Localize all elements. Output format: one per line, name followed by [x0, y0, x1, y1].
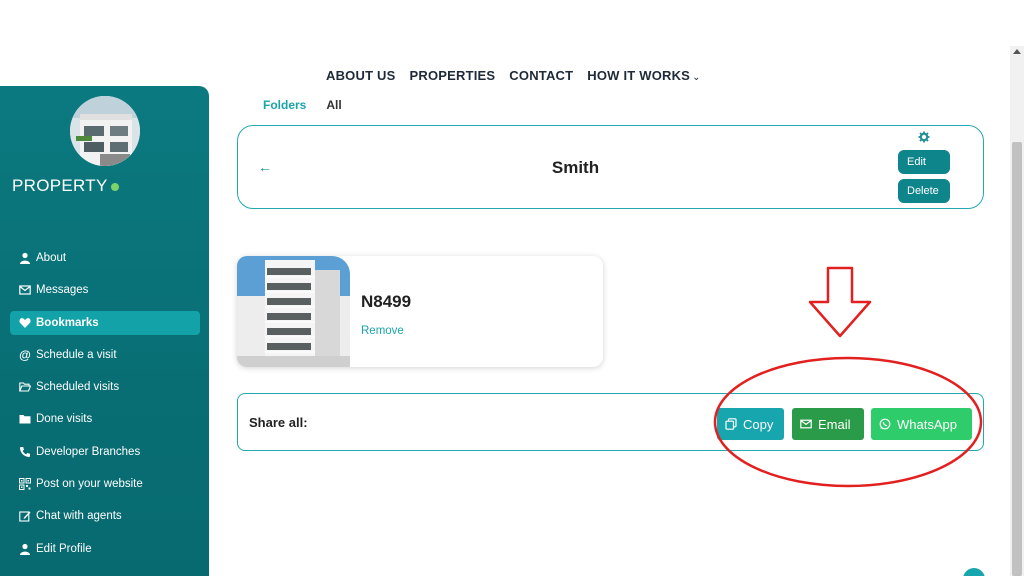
- folder-open-icon: [18, 380, 32, 394]
- brand-name: PROPERTY: [12, 176, 119, 196]
- qr-icon: [18, 477, 32, 491]
- tab-folders[interactable]: Folders: [263, 98, 306, 112]
- avatar-building-image: [70, 96, 140, 166]
- tab-all[interactable]: All: [326, 98, 341, 112]
- remove-property-link[interactable]: Remove: [361, 325, 404, 337]
- sidebar-item-label: Scheduled visits: [36, 381, 120, 394]
- property-building-image: [237, 256, 350, 367]
- whatsapp-button-label: WhatsApp: [897, 416, 957, 432]
- folder-icon: [18, 412, 32, 426]
- property-card[interactable]: N8499 Remove: [237, 256, 603, 367]
- sidebar-item-label: Bookmarks: [36, 316, 99, 329]
- folder-title: Smith: [551, 158, 600, 177]
- copy-button[interactable]: Copy: [717, 408, 784, 440]
- top-nav: ABOUT US PROPERTIES CONTACT HOW IT WORKS…: [326, 68, 701, 83]
- vertical-scrollbar[interactable]: [1010, 46, 1024, 576]
- gear-icon[interactable]: [918, 130, 930, 143]
- sidebar-item-messages[interactable]: Messages: [10, 278, 200, 302]
- sidebar-item-label: Done visits: [36, 413, 93, 426]
- property-image[interactable]: [237, 256, 350, 367]
- sidebar-menu: About Messages Bookmarks @ Schedule a vi…: [10, 246, 200, 569]
- chevron-down-icon: ⌄: [692, 72, 701, 83]
- sidebar-item-label: Edit Profile: [36, 542, 92, 555]
- sidebar-item-scheduled-visits[interactable]: Scheduled visits: [10, 375, 200, 399]
- email-button-label: Email: [818, 416, 851, 432]
- folder-card: ← Smith Edit Delete: [237, 125, 984, 209]
- sidebar-item-schedule-visit[interactable]: @ Schedule a visit: [10, 343, 200, 367]
- brand-label: PROPERTY: [12, 176, 108, 195]
- sidebar-item-post-on-website[interactable]: Post on your website: [10, 472, 200, 496]
- sidebar-item-label: Schedule a visit: [36, 348, 117, 361]
- share-all-label: Share all:: [249, 415, 308, 430]
- at-icon: @: [19, 347, 31, 362]
- sidebar-item-label: Developer Branches: [36, 445, 141, 458]
- sidebar-item-edit-profile[interactable]: Edit Profile: [10, 537, 200, 561]
- sidebar-item-label: Chat with agents: [36, 510, 122, 523]
- phone-icon: [18, 445, 32, 459]
- sidebar-item-label: Post on your website: [36, 478, 143, 491]
- folder-tabs: Folders All: [263, 98, 342, 112]
- envelope-icon: [800, 419, 812, 429]
- whatsapp-icon: [879, 418, 891, 430]
- annotation-down-arrow: [808, 266, 872, 338]
- nav-properties[interactable]: PROPERTIES: [410, 68, 496, 83]
- sidebar-item-about[interactable]: About: [10, 246, 200, 270]
- sidebar-item-bookmarks[interactable]: Bookmarks: [10, 310, 200, 335]
- nav-how-it-works[interactable]: HOW IT WORKS ⌄: [587, 68, 700, 83]
- sidebar-item-chat-with-agents[interactable]: Chat with agents: [10, 504, 200, 528]
- share-card: Share all: Copy Email WhatsApp: [237, 393, 984, 451]
- sidebar: PROPERTY About Messages Bookmarks @ Sche…: [0, 86, 209, 576]
- heart-icon: [18, 316, 32, 330]
- page: ABOUT US PROPERTIES CONTACT HOW IT WORKS…: [0, 0, 1024, 576]
- delete-folder-button[interactable]: Delete: [898, 179, 950, 203]
- sidebar-item-label: About: [36, 252, 67, 264]
- sidebar-item-label: Messages: [36, 284, 89, 297]
- user-icon: [18, 542, 32, 556]
- nav-how-it-works-label: HOW IT WORKS: [587, 68, 691, 83]
- online-status-dot: [110, 182, 119, 191]
- edit-folder-button[interactable]: Edit: [898, 150, 950, 174]
- nav-about-us[interactable]: ABOUT US: [326, 68, 396, 83]
- whatsapp-button[interactable]: WhatsApp: [871, 408, 972, 440]
- scroll-up-arrow-icon[interactable]: [1013, 49, 1021, 54]
- copy-icon: [725, 418, 737, 430]
- avatar[interactable]: [70, 96, 140, 166]
- chat-bubble-button[interactable]: [963, 568, 985, 576]
- copy-button-label: Copy: [743, 416, 774, 432]
- user-icon: [18, 251, 32, 265]
- nav-contact[interactable]: CONTACT: [509, 68, 573, 83]
- sidebar-item-developer-branches[interactable]: Developer Branches: [10, 440, 200, 464]
- property-code: N8499: [361, 292, 412, 311]
- scrollbar-thumb[interactable]: [1012, 142, 1022, 576]
- sidebar-item-done-visits[interactable]: Done visits: [10, 407, 200, 431]
- email-button[interactable]: Email: [792, 408, 864, 440]
- envelope-icon: [18, 283, 32, 297]
- edit-icon: [18, 509, 32, 523]
